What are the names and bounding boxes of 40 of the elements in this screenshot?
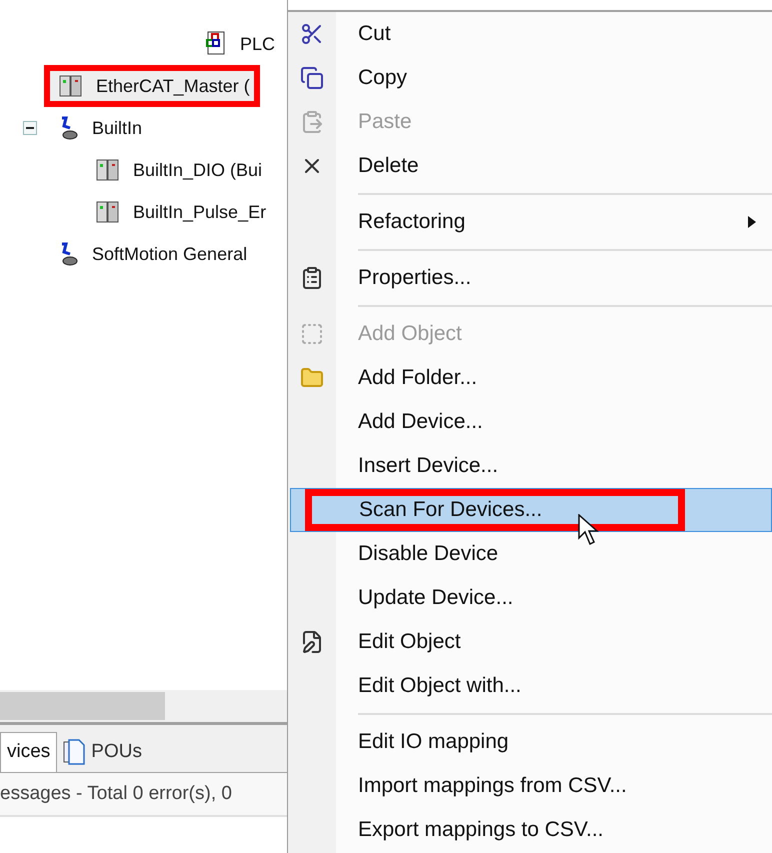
messages-summary: essages - Total 0 error(s), 0 <box>0 782 232 806</box>
document-icon <box>63 739 86 765</box>
menu-item[interactable]: Edit Object with... <box>290 664 772 708</box>
menu-item[interactable]: Copy <box>290 56 772 100</box>
tree-item-label[interactable]: BuiltIn_Pulse_Er <box>133 198 266 226</box>
device-icon <box>95 157 121 183</box>
clipboard-list-icon <box>300 266 324 290</box>
scissors-icon <box>300 22 324 46</box>
menu-item[interactable]: Delete <box>290 144 772 188</box>
folder-icon <box>300 366 324 390</box>
panel-tab[interactable]: vices <box>0 732 58 772</box>
file-pen-icon <box>300 630 324 654</box>
copy-icon <box>300 66 324 90</box>
menu-item[interactable]: Update Device... <box>290 576 772 620</box>
device-icon <box>58 73 84 99</box>
menu-item[interactable]: Properties... <box>290 256 772 300</box>
menu-item[interactable]: Cut <box>290 12 772 56</box>
clipboard-icon <box>300 110 324 134</box>
panel-tab[interactable]: POUs <box>57 732 148 772</box>
tree-item-label[interactable]: BuiltIn_DIO (Bui <box>133 156 262 184</box>
menu-item[interactable]: Add Device... <box>290 400 772 444</box>
menu-item[interactable]: Import mappings from CSV... <box>290 764 772 808</box>
highlighted-tree-item[interactable]: EtherCAT_Master ( <box>44 65 260 107</box>
menu-item[interactable]: Edit Object <box>290 620 772 664</box>
menu-item[interactable]: Disable Device <box>290 532 772 576</box>
menu-item[interactable]: Add Folder... <box>290 356 772 400</box>
submenu-arrow-icon <box>748 216 756 228</box>
menu-item[interactable]: Refactoring <box>290 200 772 244</box>
tree-item-label[interactable]: BuiltIn <box>92 114 142 142</box>
menu-item[interactable]: Edit IO mapping <box>290 720 772 764</box>
mouse-pointer-icon <box>578 514 600 546</box>
menu-item[interactable]: Insert Device... <box>290 444 772 488</box>
collapse-icon[interactable] <box>23 121 37 135</box>
scrollbar-thumb[interactable] <box>0 692 165 720</box>
tree-item-label[interactable]: PLC <box>240 30 276 58</box>
dashed-square-icon <box>300 322 324 346</box>
tree-item-label[interactable]: SoftMotion General <box>92 240 248 268</box>
device-icon <box>95 199 121 225</box>
menu-item[interactable]: Export mappings to CSV... <box>290 808 772 852</box>
menu-item[interactable]: Scan For Devices... <box>290 488 772 532</box>
